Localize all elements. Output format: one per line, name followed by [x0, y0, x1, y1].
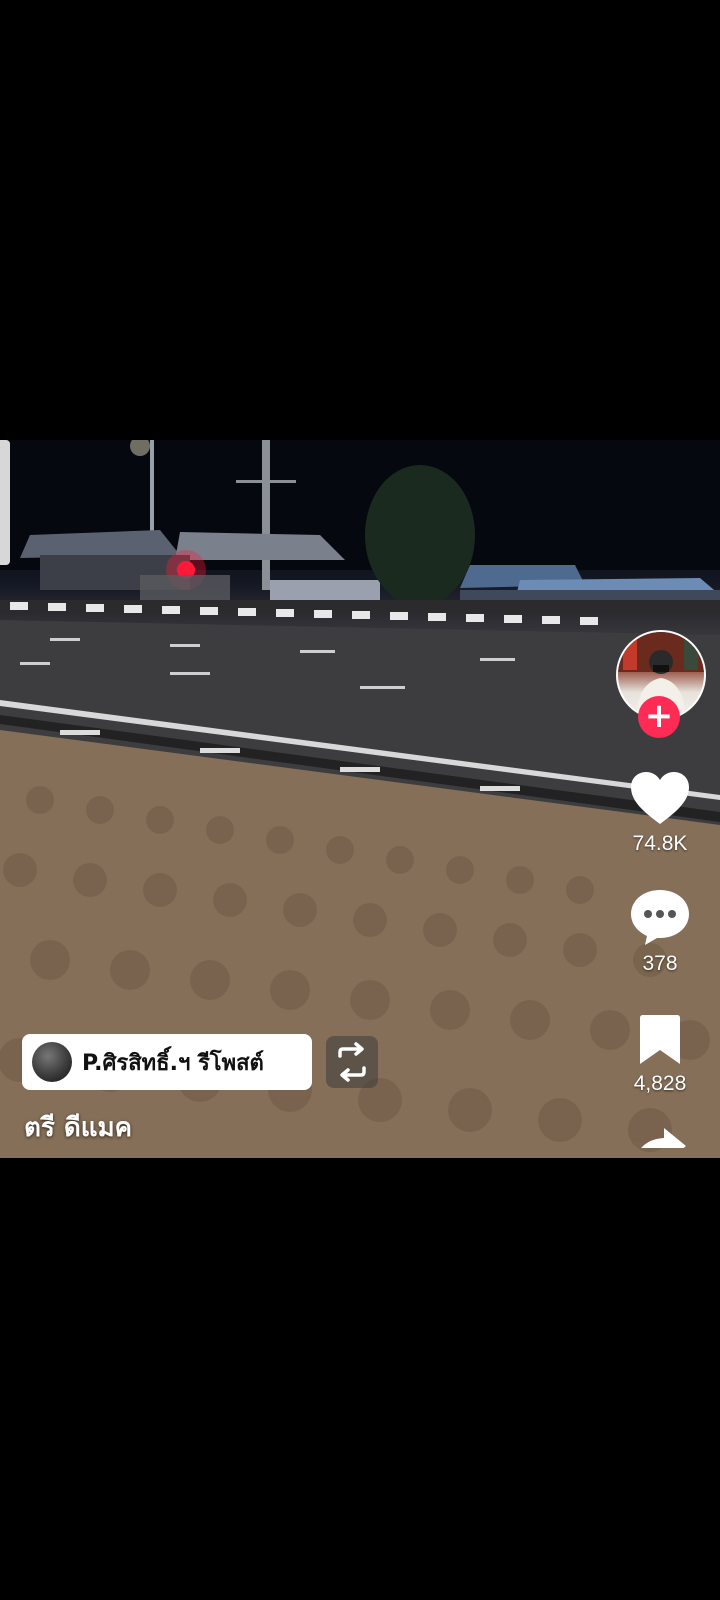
bookmark-count: 4,828: [633, 1072, 687, 1095]
like-action[interactable]: 74.8K: [610, 770, 710, 856]
comment-count: 378: [642, 952, 678, 975]
plus-icon: +: [644, 696, 674, 736]
drag-handle[interactable]: [0, 440, 10, 565]
comment-action[interactable]: 378: [610, 888, 710, 976]
share-action[interactable]: [610, 1126, 710, 1148]
follow-button[interactable]: +: [638, 696, 680, 738]
repost-chip[interactable]: P.ศิรสิทธิ์.ฯ รีโพสต์: [22, 1034, 312, 1090]
screen: + 74.8K 378 4,828 P.ศิรสิทธิ์.ฯ รีโพสต์ …: [0, 0, 720, 1600]
reposter-avatar: [32, 1042, 72, 1082]
comment-bubble-icon: [631, 890, 689, 945]
repost-button[interactable]: [326, 1036, 378, 1088]
reposter-username: P.ศิรสิทธิ์.ฯ: [82, 1050, 191, 1076]
repost-word: รีโพสต์: [197, 1050, 264, 1076]
video-caption[interactable]: ตรี ดีแมค: [24, 1107, 132, 1148]
bookmark-icon: [640, 1015, 680, 1064]
repost-label: P.ศิรสิทธิ์.ฯ รีโพสต์: [82, 1045, 264, 1080]
share-arrow-icon: [641, 1128, 686, 1148]
bookmark-action[interactable]: 4,828: [610, 1014, 710, 1096]
like-count: 74.8K: [632, 832, 688, 855]
heart-icon: [631, 772, 689, 824]
repost-icon: [338, 1042, 366, 1082]
